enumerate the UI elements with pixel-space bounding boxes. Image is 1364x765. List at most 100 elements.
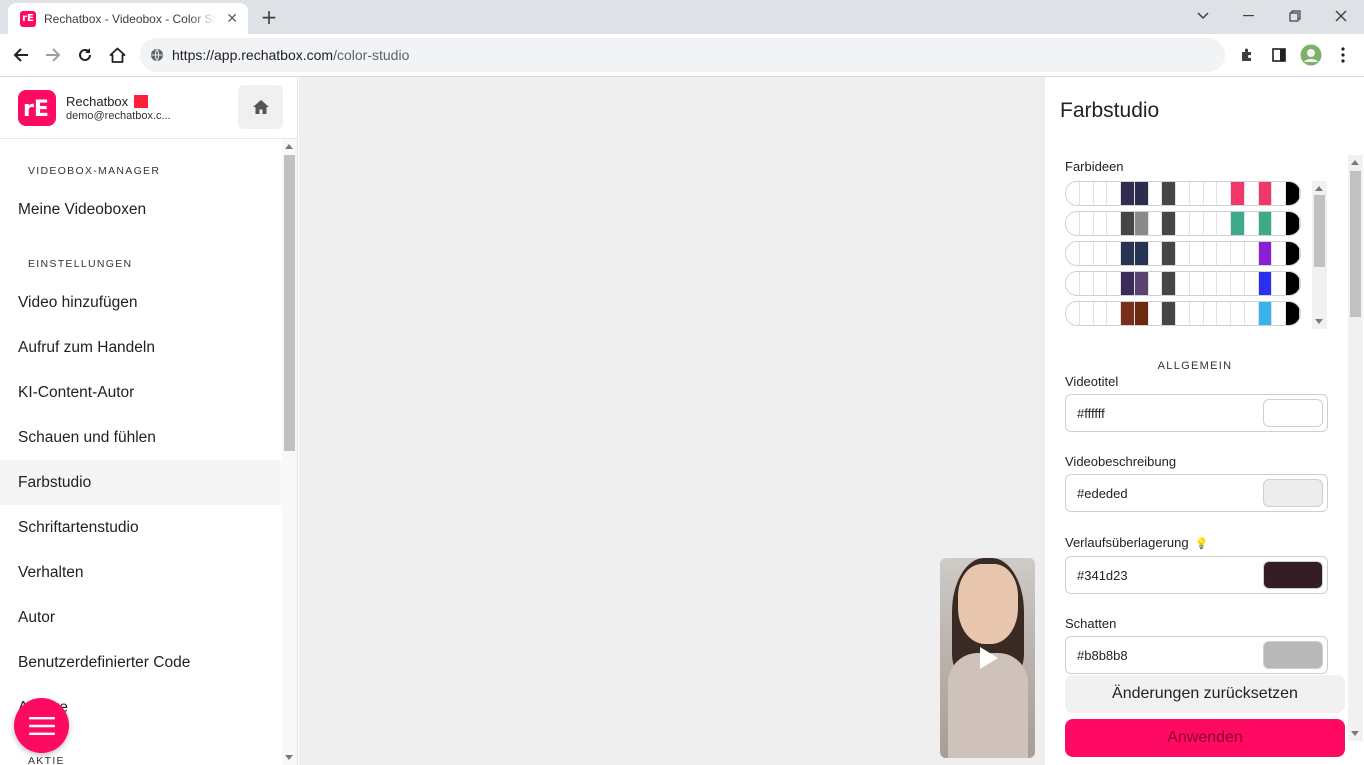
scroll-down-icon[interactable] bbox=[285, 755, 293, 760]
apply-button[interactable]: Anwenden bbox=[1065, 719, 1345, 757]
verlaufsueberlagerung-color-field[interactable]: #341d23 bbox=[1065, 556, 1328, 594]
extensions-icon[interactable] bbox=[1234, 42, 1260, 68]
palette-color-cell bbox=[1258, 242, 1273, 265]
videobeschreibung-color-field[interactable]: #ededed bbox=[1065, 474, 1328, 512]
rechatbox-logo-icon: rE bbox=[18, 90, 56, 126]
bulb-icon[interactable]: 💡 bbox=[1195, 537, 1209, 550]
palette-color-cell bbox=[1286, 212, 1300, 235]
video-preview-card[interactable] bbox=[940, 558, 1035, 758]
sidebar-item-video-hinzufuegen[interactable]: Video hinzufügen bbox=[0, 280, 281, 325]
schatten-hex-input[interactable]: #b8b8b8 bbox=[1077, 648, 1128, 663]
browser-tab-strip: rE Rechatbox - Videobox - Color Studio ✕… bbox=[0, 0, 1364, 34]
videobeschreibung-hex-input[interactable]: #ededed bbox=[1077, 486, 1128, 501]
tab-search-icon[interactable] bbox=[1180, 4, 1226, 28]
home-icon[interactable] bbox=[104, 42, 130, 68]
scroll-up-icon[interactable] bbox=[1351, 160, 1359, 165]
palette-row[interactable] bbox=[1065, 181, 1301, 206]
sidebar-item-aufruf-zum-handeln[interactable]: Aufruf zum Handeln bbox=[0, 325, 281, 370]
palettes-scrollbar-thumb[interactable] bbox=[1314, 195, 1325, 267]
scroll-up-icon[interactable] bbox=[1315, 186, 1323, 191]
palette-row[interactable] bbox=[1065, 211, 1301, 236]
menu-dots-icon[interactable] bbox=[1330, 42, 1356, 68]
palette-color-cell bbox=[1162, 182, 1177, 205]
palette-color-cell bbox=[1189, 242, 1204, 265]
sidebar-item-schauen-und-fuehlen[interactable]: Schauen und fühlen bbox=[0, 415, 281, 460]
tab-close-icon[interactable]: ✕ bbox=[226, 11, 238, 27]
videobeschreibung-swatch[interactable] bbox=[1263, 479, 1323, 507]
palette-color-cell bbox=[1079, 182, 1094, 205]
brand-header: rE Rechatbox demo@rechatbox.c... bbox=[0, 77, 297, 139]
scroll-down-icon[interactable] bbox=[1315, 319, 1323, 324]
url-path: /color-studio bbox=[333, 47, 410, 63]
tab-title: Rechatbox - Videobox - Color Studio bbox=[44, 11, 216, 26]
panel-scrollbar-thumb[interactable] bbox=[1350, 171, 1361, 317]
panel-scrollbar[interactable] bbox=[1348, 155, 1363, 741]
new-tab-icon[interactable]: + bbox=[258, 5, 280, 29]
section-allgemein: ALLGEMEIN bbox=[1157, 360, 1233, 372]
sidebar-scrollbar[interactable] bbox=[282, 139, 297, 765]
rechatbox-favicon-icon: rE bbox=[20, 10, 36, 27]
sidebar-item-verhalten[interactable]: Verhalten bbox=[0, 550, 281, 595]
verlaufsueberlagerung-hex-input[interactable]: #341d23 bbox=[1077, 568, 1128, 583]
palette-color-cell bbox=[1203, 212, 1218, 235]
palette-color-cell bbox=[1258, 212, 1273, 235]
palette-row[interactable] bbox=[1065, 271, 1301, 296]
sidebar-item-schriftartenstudio[interactable]: Schriftartenstudio bbox=[0, 505, 281, 550]
palette-row[interactable] bbox=[1065, 241, 1301, 266]
videotitel-hex-input[interactable]: #ffffff bbox=[1077, 406, 1105, 421]
sidebar-scrollbar-thumb[interactable] bbox=[284, 155, 295, 451]
reset-changes-button[interactable]: Änderungen zurücksetzen bbox=[1065, 675, 1345, 713]
sidebar-item-benutzerdefinierter-code[interactable]: Benutzerdefinierter Code bbox=[0, 640, 281, 685]
schatten-color-field[interactable]: #b8b8b8 bbox=[1065, 636, 1328, 674]
site-info-icon[interactable] bbox=[150, 48, 164, 62]
scroll-down-icon[interactable] bbox=[1351, 731, 1359, 736]
palette-color-cell bbox=[1148, 272, 1163, 295]
reload-icon[interactable] bbox=[72, 42, 98, 68]
palette-color-cell bbox=[1272, 272, 1287, 295]
sidebar-item-autor[interactable]: Autor bbox=[0, 595, 281, 640]
palette-color-cell bbox=[1176, 212, 1190, 235]
maximize-icon[interactable] bbox=[1272, 4, 1318, 28]
palette-color-cell bbox=[1079, 272, 1094, 295]
nav-section-aktie: AKTIE bbox=[28, 755, 65, 765]
play-icon[interactable] bbox=[980, 647, 998, 669]
verlaufsueberlagerung-swatch[interactable] bbox=[1263, 561, 1323, 589]
palettes-scrollbar[interactable] bbox=[1312, 181, 1327, 329]
browser-toolbar: https://app.rechatbox.com/color-studio bbox=[0, 34, 1364, 77]
home-button[interactable] bbox=[238, 85, 283, 129]
videotitel-swatch[interactable] bbox=[1263, 399, 1323, 427]
browser-tab[interactable]: rE Rechatbox - Videobox - Color Studio ✕ bbox=[8, 3, 248, 34]
forward-icon[interactable] bbox=[40, 42, 66, 68]
palette-color-cell bbox=[1217, 182, 1232, 205]
schatten-swatch[interactable] bbox=[1263, 641, 1323, 669]
minimize-icon[interactable] bbox=[1226, 4, 1272, 28]
close-icon[interactable] bbox=[1318, 4, 1364, 28]
address-bar[interactable]: https://app.rechatbox.com/color-studio bbox=[140, 38, 1225, 72]
scroll-up-icon[interactable] bbox=[285, 144, 293, 149]
palette-color-cell bbox=[1244, 272, 1259, 295]
videotitel-color-field[interactable]: #ffffff bbox=[1065, 394, 1328, 432]
palette-color-cell bbox=[1107, 242, 1122, 265]
menu-fab-button[interactable] bbox=[14, 698, 69, 753]
palette-color-cell bbox=[1134, 302, 1149, 325]
sidebar-item-farbstudio[interactable]: Farbstudio bbox=[0, 460, 281, 505]
palette-color-cell bbox=[1121, 212, 1135, 235]
palette-color-cell bbox=[1272, 242, 1287, 265]
palette-color-cell bbox=[1176, 302, 1190, 325]
palette-color-cell bbox=[1093, 242, 1108, 265]
sidebar-item-meine-videoboxen[interactable]: Meine Videoboxen bbox=[0, 187, 281, 232]
side-panel-icon[interactable] bbox=[1266, 42, 1292, 68]
back-icon[interactable] bbox=[8, 42, 34, 68]
palette-color-cell bbox=[1203, 182, 1218, 205]
palette-color-cell bbox=[1244, 212, 1259, 235]
sidebar-item-ki-content-autor[interactable]: KI-Content-Autor bbox=[0, 370, 281, 415]
palette-row[interactable] bbox=[1065, 301, 1301, 326]
palette-color-cell bbox=[1244, 302, 1259, 325]
profile-icon[interactable] bbox=[1298, 42, 1324, 68]
palette-color-cell bbox=[1121, 182, 1135, 205]
palette-color-cell bbox=[1134, 242, 1149, 265]
palette-color-cell bbox=[1148, 182, 1163, 205]
nav-section-einstellungen: EINSTELLUNGEN bbox=[28, 258, 133, 270]
palette-color-cell bbox=[1272, 212, 1287, 235]
palette-color-cell bbox=[1203, 272, 1218, 295]
